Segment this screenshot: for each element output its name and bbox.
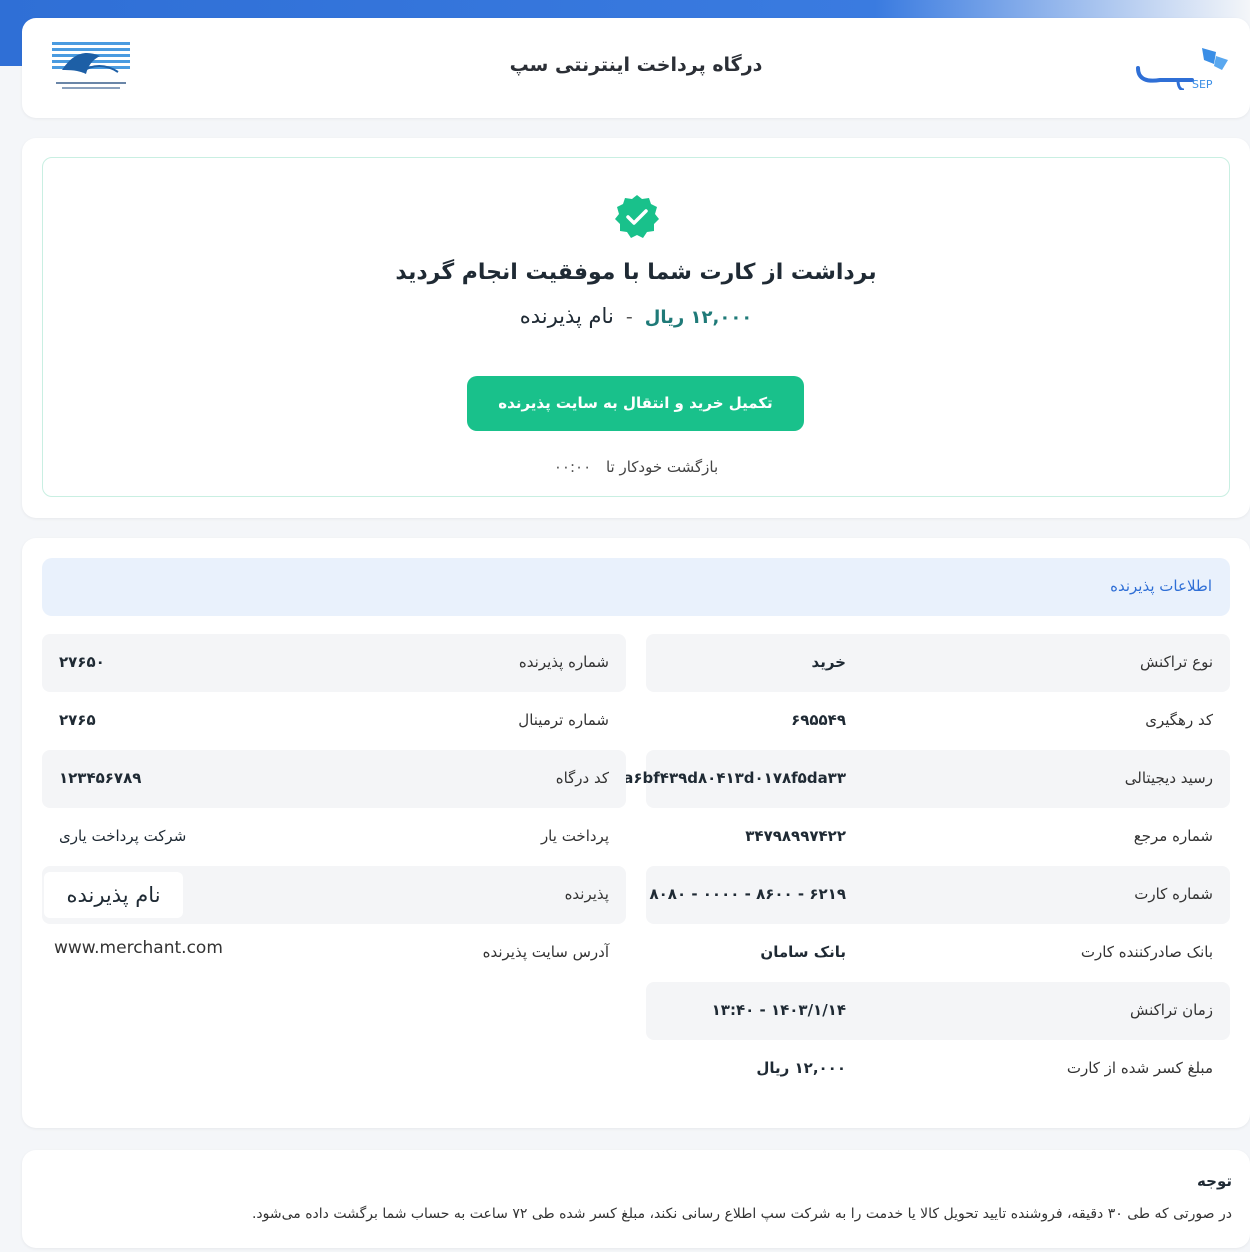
amount-separator: - xyxy=(625,306,633,328)
info-header: اطلاعات پذیرنده xyxy=(42,558,1230,616)
info-title: اطلاعات پذیرنده xyxy=(1110,577,1212,595)
success-panel: برداشت از کارت شما با موفقیت انجام گردید… xyxy=(42,157,1230,497)
transaction-details-column: نوع تراکنش خرید کد رهگیری ۶۹۵۵۴۹ رسید دی… xyxy=(549,634,1230,1098)
info-value: ۳۴۷۹۸۹۹۷۴۲۲ xyxy=(745,827,846,845)
info-label: نوع تراکنش xyxy=(1139,653,1213,671)
sep-logo-text: SEP xyxy=(1192,78,1213,90)
info-row-transaction-type: نوع تراکنش خرید xyxy=(646,634,1230,692)
info-value: ۲۷۶۵ xyxy=(59,711,96,729)
info-row-tracking-code: کد رهگیری ۶۹۵۵۴۹ xyxy=(646,692,1230,750)
auto-return-line: بازگشت خودکار تا ۰۰:۰۰ xyxy=(43,458,1229,476)
info-row-reference-number: شماره مرجع ۳۴۷۹۸۹۹۷۴۲۲ xyxy=(646,808,1230,866)
info-label: رسید دیجیتالی xyxy=(1124,769,1213,787)
auto-return-timer: ۰۰:۰۰ xyxy=(553,458,592,476)
info-row-terminal-number: شماره ترمینال ۲۷۶۵ xyxy=(42,692,626,750)
info-row-transaction-time: زمان تراکنش ۱۴۰۳/۱/۱۴ - ۱۳:۴۰ xyxy=(646,982,1230,1040)
info-label: شماره مرجع xyxy=(1133,827,1213,845)
info-row-payment-facilitator: پرداخت یار شرکت پرداخت یاری xyxy=(42,808,626,866)
notice-card: توجه در صورتی که طی ۳۰ دقیقه، فروشنده تا… xyxy=(22,1150,1250,1248)
merchant-details-column: شماره پذیرنده ۲۷۶۵۰ شماره ترمینال ۲۷۶۵ ک… xyxy=(42,634,626,982)
info-label: پرداخت یار xyxy=(540,827,609,845)
complete-purchase-button[interactable]: تکمیل خرید و انتقال به سایت پذیرنده xyxy=(467,376,804,431)
info-row-merchant-number: شماره پذیرنده ۲۷۶۵۰ xyxy=(42,634,626,692)
info-row-gateway-code: کد درگاه ۱۲۳۴۵۶۷۸۹ xyxy=(42,750,626,808)
success-title: برداشت از کارت شما با موفقیت انجام گردید xyxy=(395,260,877,285)
page-title: درگاه پرداخت اینترنتی سپ xyxy=(509,54,763,76)
info-label: مبلغ کسر شده از کارت xyxy=(1066,1059,1213,1077)
info-row-issuer-bank: بانک صادرکننده کارت بانک سامان xyxy=(646,924,1230,982)
info-value: بانک سامان xyxy=(760,943,846,961)
info-label: شماره کارت xyxy=(1134,885,1213,903)
amount-value: ۱۲,۰۰۰ ریال xyxy=(644,307,753,328)
merchant-name: نام پذیرنده xyxy=(519,304,614,328)
merchant-website-link[interactable]: www.merchant.com xyxy=(54,938,223,958)
success-card: برداشت از کارت شما با موفقیت انجام گردید… xyxy=(22,138,1250,518)
auto-return-label: بازگشت خودکار تا xyxy=(605,458,719,476)
info-value: شرکت پرداخت یاری xyxy=(59,827,187,845)
merchant-name-box: نام پذیرنده xyxy=(44,872,183,918)
info-value: ۱۲,۰۰۰ ریال xyxy=(756,1059,846,1077)
info-row-merchant: پذیرنده نام پذیرنده xyxy=(42,866,626,924)
info-label: پذیرنده xyxy=(564,885,609,903)
info-label: شماره پذیرنده xyxy=(518,653,609,671)
info-value: ۱۴۰۳/۱/۱۴ - ۱۳:۴۰ xyxy=(711,1001,846,1019)
info-value: ۱۲۳۴۵۶۷۸۹ xyxy=(59,769,142,787)
notice-title: توجه xyxy=(1197,1172,1232,1190)
info-value: ۶۲۱۹ - ۸۶۰۰ - ۰۰۰۰ - ۸۰۸۰ xyxy=(649,885,846,903)
notice-text: در صورتی که طی ۳۰ دقیقه، فروشنده تایید ت… xyxy=(251,1206,1232,1222)
info-value: خرید xyxy=(811,653,846,671)
info-label: شماره ترمینال xyxy=(518,711,609,729)
info-row-card-number: شماره کارت ۶۲۱۹ - ۸۶۰۰ - ۰۰۰۰ - ۸۰۸۰ xyxy=(646,866,1230,924)
amount-line: ۱۲,۰۰۰ ریال - نام پذیرنده xyxy=(43,304,1229,328)
info-label: زمان تراکنش xyxy=(1129,1001,1213,1019)
info-row-deducted-amount: مبلغ کسر شده از کارت ۱۲,۰۰۰ ریال xyxy=(646,1040,1230,1098)
info-label: کد رهگیری xyxy=(1145,711,1213,729)
info-value: ۲۷۶۵۰ xyxy=(59,653,105,671)
sep-logo-icon: SEP xyxy=(1132,46,1232,92)
info-row-digital-receipt: رسید دیجیتالی ۸b۰c۲۵c۵a۶bf۴۳۹d۸۰۴۱۳d۰۱۷۸… xyxy=(549,750,1230,808)
check-badge-icon xyxy=(613,193,661,241)
header-card: درگاه پرداخت اینترنتی سپ SEP xyxy=(22,18,1250,118)
info-label: کد درگاه xyxy=(555,769,609,787)
info-label: آدرس سایت پذیرنده xyxy=(482,943,609,961)
info-row-merchant-website: آدرس سایت پذیرنده www.merchant.com xyxy=(42,924,626,982)
info-label: بانک صادرکننده کارت xyxy=(1080,943,1213,961)
info-value: ۶۹۵۵۴۹ xyxy=(791,711,846,729)
merchant-info-card: اطلاعات پذیرنده نوع تراکنش خرید کد رهگیر… xyxy=(22,538,1250,1128)
